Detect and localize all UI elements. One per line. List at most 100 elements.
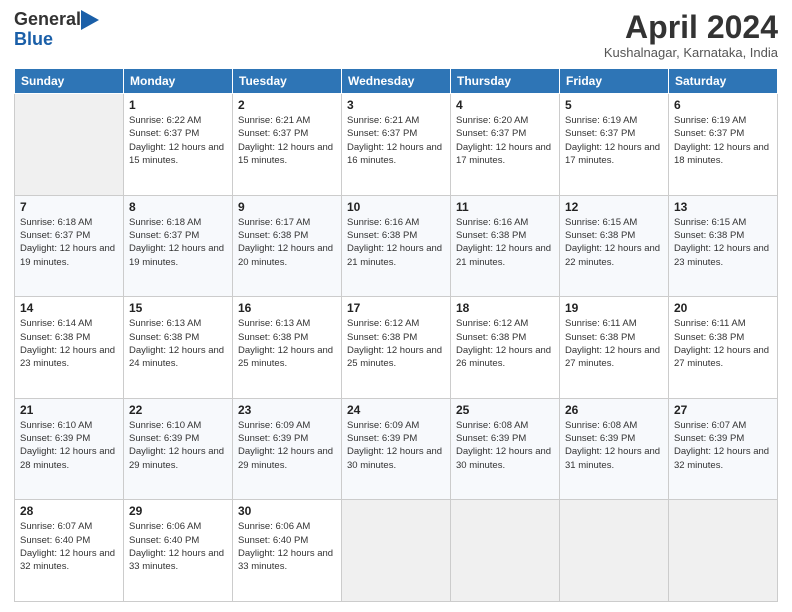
day-number: 12 — [565, 200, 663, 214]
table-row: 2Sunrise: 6:21 AMSunset: 6:37 PMDaylight… — [233, 94, 342, 196]
day-number: 1 — [129, 98, 227, 112]
day-number: 22 — [129, 403, 227, 417]
day-number: 23 — [238, 403, 336, 417]
day-number: 30 — [238, 504, 336, 518]
location: Kushalnagar, Karnataka, India — [604, 45, 778, 60]
day-info: Sunrise: 6:09 AMSunset: 6:39 PMDaylight:… — [238, 419, 336, 472]
table-row: 20Sunrise: 6:11 AMSunset: 6:38 PMDayligh… — [669, 297, 778, 399]
day-number: 11 — [456, 200, 554, 214]
day-info: Sunrise: 6:19 AMSunset: 6:37 PMDaylight:… — [674, 114, 772, 167]
col-saturday: Saturday — [669, 69, 778, 94]
day-info: Sunrise: 6:08 AMSunset: 6:39 PMDaylight:… — [565, 419, 663, 472]
day-info: Sunrise: 6:12 AMSunset: 6:38 PMDaylight:… — [347, 317, 445, 370]
table-row — [451, 500, 560, 602]
day-info: Sunrise: 6:07 AMSunset: 6:39 PMDaylight:… — [674, 419, 772, 472]
day-info: Sunrise: 6:17 AMSunset: 6:38 PMDaylight:… — [238, 216, 336, 269]
day-info: Sunrise: 6:21 AMSunset: 6:37 PMDaylight:… — [347, 114, 445, 167]
calendar-week-row: 28Sunrise: 6:07 AMSunset: 6:40 PMDayligh… — [15, 500, 778, 602]
table-row — [669, 500, 778, 602]
day-number: 15 — [129, 301, 227, 315]
table-row: 25 Sunrise: 6:08 AMSunset: 6:39 PMDayligh… — [451, 398, 560, 500]
table-row: 6 Sunrise: 6:19 AMSunset: 6:37 PMDaylight… — [669, 94, 778, 196]
day-info: Sunrise: 6:18 AMSunset: 6:37 PMDaylight:… — [20, 216, 118, 269]
table-row: 16 Sunrise: 6:13 AMSunset: 6:38 PMDayligh… — [233, 297, 342, 399]
table-row: 13 Sunrise: 6:15 AMSunset: 6:38 PMDayligh… — [669, 195, 778, 297]
title-block: April 2024 Kushalnagar, Karnataka, India — [604, 10, 778, 60]
table-row: 10 Sunrise: 6:16 AMSunset: 6:38 PMDayligh… — [342, 195, 451, 297]
day-info: Sunrise: 6:16 AMSunset: 6:38 PMDaylight:… — [347, 216, 445, 269]
day-info: Sunrise: 6:16 AMSunset: 6:38 PMDaylight:… — [456, 216, 554, 269]
logo-general-text: General — [14, 10, 81, 30]
calendar-table: Sunday Monday Tuesday Wednesday Thursday… — [14, 68, 778, 602]
table-row: 30 Sunrise: 6:06 AMSunset: 6:40 PMDayligh… — [233, 500, 342, 602]
table-row: 28Sunrise: 6:07 AMSunset: 6:40 PMDayligh… — [15, 500, 124, 602]
logo: GeneralBlue — [14, 10, 99, 50]
month-title: April 2024 — [604, 10, 778, 45]
table-row: 15 Sunrise: 6:13 AMSunset: 6:38 PMDayligh… — [124, 297, 233, 399]
table-row: 26 Sunrise: 6:08 AMSunset: 6:39 PMDayligh… — [560, 398, 669, 500]
day-info: Sunrise: 6:18 AMSunset: 6:37 PMDaylight:… — [129, 216, 227, 269]
table-row: 8 Sunrise: 6:18 AMSunset: 6:37 PMDaylight… — [124, 195, 233, 297]
day-number: 29 — [129, 504, 227, 518]
day-number: 2 — [238, 98, 336, 112]
day-info: Sunrise: 6:06 AMSunset: 6:40 PMDaylight:… — [238, 520, 336, 573]
day-number: 26 — [565, 403, 663, 417]
day-info: Sunrise: 6:09 AMSunset: 6:39 PMDaylight:… — [347, 419, 445, 472]
day-info: Sunrise: 6:19 AMSunset: 6:37 PMDaylight:… — [565, 114, 663, 167]
day-number: 4 — [456, 98, 554, 112]
calendar-header-row: Sunday Monday Tuesday Wednesday Thursday… — [15, 69, 778, 94]
col-tuesday: Tuesday — [233, 69, 342, 94]
table-row: 21 Sunrise: 6:10 AMSunset: 6:39 PMDayligh… — [15, 398, 124, 500]
table-row: 12 Sunrise: 6:15 AMSunset: 6:38 PMDayligh… — [560, 195, 669, 297]
table-row: 1Sunrise: 6:22 AMSunset: 6:37 PMDaylight… — [124, 94, 233, 196]
table-row: 7Sunrise: 6:18 AMSunset: 6:37 PMDaylight… — [15, 195, 124, 297]
day-info: Sunrise: 6:13 AMSunset: 6:38 PMDaylight:… — [129, 317, 227, 370]
day-number: 24 — [347, 403, 445, 417]
day-info: Sunrise: 6:10 AMSunset: 6:39 PMDaylight:… — [20, 419, 118, 472]
calendar-week-row: 1Sunrise: 6:22 AMSunset: 6:37 PMDaylight… — [15, 94, 778, 196]
day-number: 27 — [674, 403, 772, 417]
col-thursday: Thursday — [451, 69, 560, 94]
table-row: 27 Sunrise: 6:07 AMSunset: 6:39 PMDayligh… — [669, 398, 778, 500]
day-info: Sunrise: 6:13 AMSunset: 6:38 PMDaylight:… — [238, 317, 336, 370]
day-number: 25 — [456, 403, 554, 417]
table-row: 18Sunrise: 6:12 AMSunset: 6:38 PMDayligh… — [451, 297, 560, 399]
table-row: 17Sunrise: 6:12 AMSunset: 6:38 PMDayligh… — [342, 297, 451, 399]
table-row: 11 Sunrise: 6:16 AMSunset: 6:38 PMDayligh… — [451, 195, 560, 297]
day-info: Sunrise: 6:15 AMSunset: 6:38 PMDaylight:… — [565, 216, 663, 269]
day-info: Sunrise: 6:10 AMSunset: 6:39 PMDaylight:… — [129, 419, 227, 472]
day-number: 16 — [238, 301, 336, 315]
table-row: 22 Sunrise: 6:10 AMSunset: 6:39 PMDayligh… — [124, 398, 233, 500]
calendar-week-row: 21 Sunrise: 6:10 AMSunset: 6:39 PMDayligh… — [15, 398, 778, 500]
day-info: Sunrise: 6:20 AMSunset: 6:37 PMDaylight:… — [456, 114, 554, 167]
table-row: 23 Sunrise: 6:09 AMSunset: 6:39 PMDayligh… — [233, 398, 342, 500]
day-number: 19 — [565, 301, 663, 315]
day-number: 20 — [674, 301, 772, 315]
table-row: 19 Sunrise: 6:11 AMSunset: 6:38 PMDayligh… — [560, 297, 669, 399]
header: GeneralBlue April 2024 Kushalnagar, Karn… — [14, 10, 778, 60]
day-number: 6 — [674, 98, 772, 112]
day-info: Sunrise: 6:06 AMSunset: 6:40 PMDaylight:… — [129, 520, 227, 573]
col-monday: Monday — [124, 69, 233, 94]
day-number: 3 — [347, 98, 445, 112]
table-row: 14Sunrise: 6:14 AMSunset: 6:38 PMDayligh… — [15, 297, 124, 399]
day-number: 9 — [238, 200, 336, 214]
table-row: 4 Sunrise: 6:20 AMSunset: 6:37 PMDaylight… — [451, 94, 560, 196]
day-info: Sunrise: 6:14 AMSunset: 6:38 PMDaylight:… — [20, 317, 118, 370]
col-wednesday: Wednesday — [342, 69, 451, 94]
table-row: 5Sunrise: 6:19 AMSunset: 6:37 PMDaylight… — [560, 94, 669, 196]
day-info: Sunrise: 6:07 AMSunset: 6:40 PMDaylight:… — [20, 520, 118, 573]
table-row: 9 Sunrise: 6:17 AMSunset: 6:38 PMDaylight… — [233, 195, 342, 297]
day-number: 13 — [674, 200, 772, 214]
col-sunday: Sunday — [15, 69, 124, 94]
day-info: Sunrise: 6:11 AMSunset: 6:38 PMDaylight:… — [565, 317, 663, 370]
day-number: 8 — [129, 200, 227, 214]
table-row: 24 Sunrise: 6:09 AMSunset: 6:39 PMDayligh… — [342, 398, 451, 500]
calendar-week-row: 14Sunrise: 6:14 AMSunset: 6:38 PMDayligh… — [15, 297, 778, 399]
day-number: 18 — [456, 301, 554, 315]
day-number: 21 — [20, 403, 118, 417]
day-number: 10 — [347, 200, 445, 214]
day-info: Sunrise: 6:08 AMSunset: 6:39 PMDaylight:… — [456, 419, 554, 472]
day-info: Sunrise: 6:15 AMSunset: 6:38 PMDaylight:… — [674, 216, 772, 269]
table-row — [15, 94, 124, 196]
